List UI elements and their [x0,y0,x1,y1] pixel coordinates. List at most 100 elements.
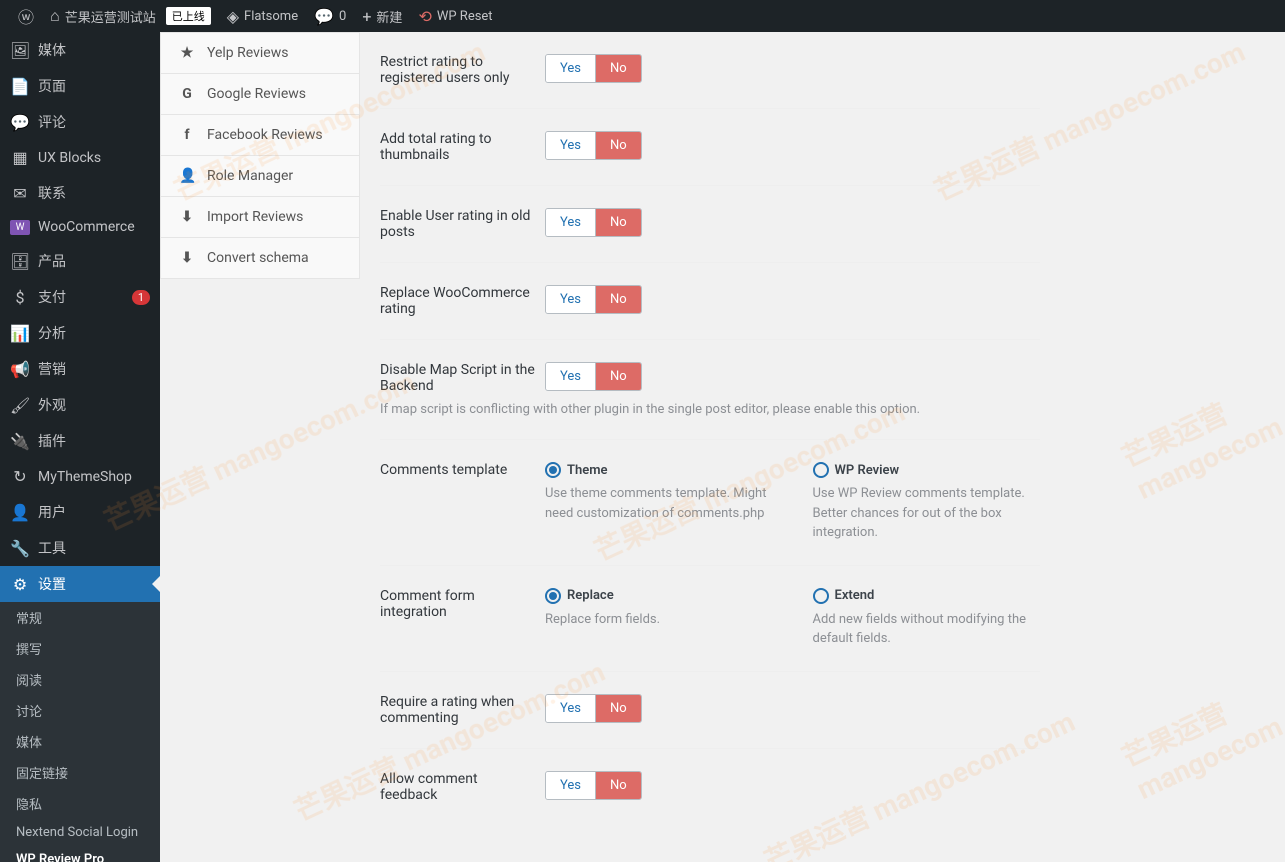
settings-nav-item-5[interactable]: ⬇Convert schema [160,238,360,279]
menu-icon: 🖼 [10,41,30,60]
reset-icon: ⟲ [418,7,431,26]
menu-item-8[interactable]: 📊分析 [0,315,160,351]
toggle-disable-map[interactable]: YesNo [545,362,642,391]
diamond-icon: ◈ [227,7,239,26]
menu-item-10[interactable]: 🖌外观 [0,387,160,423]
site-name-link[interactable]: ⌂ 芒果运营测试站 已上线 [42,0,219,32]
menu-icon: 💬 [10,113,30,132]
settings-nav-item-1[interactable]: GGoogle Reviews [160,74,360,115]
menu-label: MyThemeShop [38,469,132,485]
submenu-item-3[interactable]: 讨论 [0,695,160,726]
submenu-item-4[interactable]: 媒体 [0,726,160,757]
field-require-rating: Require a rating when commenting YesNo [380,672,1040,749]
admin-sidebar: 🖼媒体📄页面💬评论▦UX Blocks✉联系WWooCommerce🗄产品$支付… [0,32,160,862]
menu-icon: ▦ [10,148,30,167]
plus-icon: + [362,7,371,26]
menu-icon: 🔌 [10,432,30,451]
menu-item-0[interactable]: 🖼媒体 [0,32,160,68]
toggle-replace-woo[interactable]: YesNo [545,285,642,314]
opt-desc: Use WP Review comments template. Better … [813,484,1041,543]
field-comments-template: Comments template Theme Use theme commen… [380,440,1040,566]
site-name: 芒果运营测试站 [65,7,156,26]
field-label: Restrict rating to registered users only [380,54,545,86]
settings-nav-icon: ★ [179,45,195,61]
field-restrict-rating: Restrict rating to registered users only… [380,32,1040,109]
menu-item-2[interactable]: 💬 评论 [0,104,160,140]
menu-item-1[interactable]: 📄页面 [0,68,160,104]
toggle-require-rating[interactable]: YesNo [545,694,642,723]
menu-icon: ✉ [10,184,30,203]
menu-item-14[interactable]: 🔧工具 [0,530,160,566]
toggle-restrict-rating[interactable]: YesNo [545,54,642,83]
site-status-badge: 已上线 [166,7,211,25]
menu-icon: 📊 [10,324,30,343]
submenu-item-0[interactable]: 常规 [0,602,160,633]
wordpress-icon: ⓦ [18,4,34,28]
comment-icon: 💬 [314,7,334,26]
submenu-item-6[interactable]: 隐私 [0,788,160,819]
settings-nav-item-3[interactable]: 👤Role Manager [160,156,360,197]
wp-reset-link[interactable]: ⟲WP Reset [410,0,500,32]
theme-link[interactable]: ◈Flatsome [219,0,306,32]
submenu: 常规撰写阅读讨论媒体固定链接隐私Nextend Social LoginWP R… [0,602,160,862]
menu-label: 产品 [38,251,66,271]
menu-item-15[interactable]: ⚙设置 [0,566,160,602]
submenu-item-2[interactable]: 阅读 [0,664,160,695]
menu-label: 工具 [38,538,66,558]
menu-item-5[interactable]: WWooCommerce [0,211,160,243]
field-allow-feedback: Allow comment feedback YesNo [380,749,1040,825]
radio-wpreview: WP Review Use WP Review comments templat… [813,462,1041,543]
wp-logo[interactable]: ⓦ [10,0,42,32]
settings-nav-item-4[interactable]: ⬇Import Reviews [160,197,360,238]
toggle-allow-feedback[interactable]: YesNo [545,771,642,800]
settings-nav-item-0[interactable]: ★ Yelp Reviews [160,32,360,74]
field-label: Disable Map Script in the Backend [380,362,545,394]
admin-toolbar: ⓦ ⌂ 芒果运营测试站 已上线 ◈Flatsome 💬0 +新建 ⟲WP Res… [0,0,1285,32]
submenu-item-8[interactable]: WP Review Pro [0,846,160,862]
field-enable-user-rating: Enable User rating in old posts YesNo [380,186,1040,263]
radio-input-replace[interactable] [545,588,561,604]
toggle-add-total-rating[interactable]: YesNo [545,131,642,160]
radio-extend: Extend Add new fields without modifying … [813,588,1041,649]
menu-icon: 📢 [10,360,30,379]
menu-label: WooCommerce [38,219,135,235]
settings-content: Restrict rating to registered users only… [360,32,1060,862]
menu-item-6[interactable]: 🗄产品 [0,243,160,279]
main-content: ★ Yelp Reviews GGoogle ReviewsfFacebook Re… [160,32,1285,862]
field-add-total-rating: Add total rating to thumbnails YesNo [380,109,1040,186]
settings-nav-icon: G [179,86,195,102]
new-link[interactable]: +新建 [354,0,410,32]
settings-nav-label: Yelp Reviews [207,45,288,61]
field-label: Require a rating when commenting [380,694,545,726]
menu-item-7[interactable]: $支付1 [0,279,160,315]
menu-item-12[interactable]: ↻ MyThemeShop [0,459,160,494]
submenu-item-7[interactable]: Nextend Social Login [0,819,160,846]
menu-item-11[interactable]: 🔌插件 [0,423,160,459]
comments-link[interactable]: 💬0 [306,0,354,32]
submenu-item-1[interactable]: 撰写 [0,633,160,664]
radio-input-theme[interactable] [545,462,561,478]
settings-nav-panel: ★ Yelp Reviews GGoogle ReviewsfFacebook Re… [160,32,360,862]
submenu-item-5[interactable]: 固定链接 [0,757,160,788]
menu-item-9[interactable]: 📢营销 [0,351,160,387]
menu-icon: 🖌 [10,396,30,415]
menu-label: UX Blocks [38,150,101,166]
toggle-enable-user-rating[interactable]: YesNo [545,208,642,237]
field-label: Enable User rating in old posts [380,208,545,240]
field-label: Add total rating to thumbnails [380,131,545,163]
menu-label: 页面 [38,76,66,96]
menu-icon: ↻ [10,467,30,486]
field-label: Allow comment feedback [380,771,545,803]
menu-item-3[interactable]: ▦ UX Blocks [0,140,160,175]
radio-input-wpreview[interactable] [813,462,829,478]
field-comment-form: Comment form integration Replace Replace… [380,566,1040,672]
menu-label: 评论 [38,112,66,132]
menu-label: 用户 [38,502,66,522]
settings-nav-label: Convert schema [207,250,309,266]
settings-nav-label: Role Manager [207,168,293,184]
menu-item-13[interactable]: 👤用户 [0,494,160,530]
field-label: Replace WooCommerce rating [380,285,545,317]
menu-item-4[interactable]: ✉联系 [0,175,160,211]
radio-input-extend[interactable] [813,588,829,604]
settings-nav-item-2[interactable]: fFacebook Reviews [160,115,360,156]
